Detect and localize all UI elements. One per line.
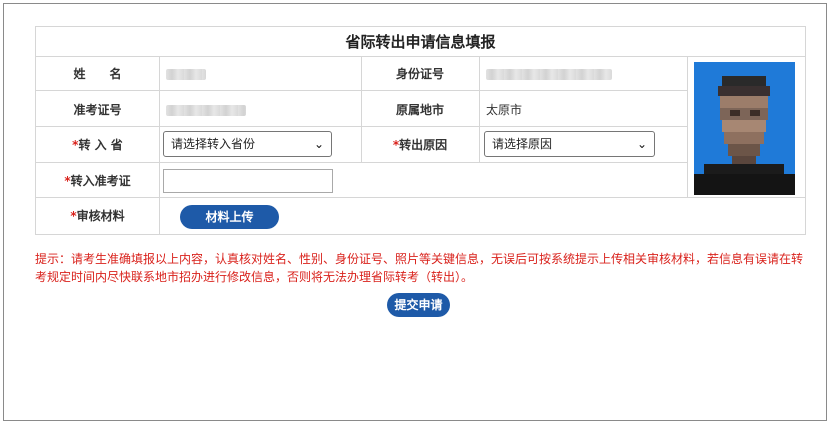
applicant-photo-image [694, 62, 795, 195]
row-divider [36, 162, 687, 163]
col-divider [479, 57, 480, 162]
page-frame: 省际转出申请信息填报 姓 名 身份证号 准考证号 原属地市 太原市 *转 入 省… [3, 3, 827, 421]
applicant-photo [694, 62, 795, 195]
notice-text: 提示：请考生准确填报以上内容，认真核对姓名、性别、身份证号、照片等关键信息，无误… [35, 252, 804, 284]
origin-city-label: 原属地市 [395, 103, 444, 117]
transfer-province-label: *转 入 省 [36, 138, 159, 152]
origin-city-value: 太原市 [486, 103, 523, 117]
transfer-reason-select[interactable]: 请选择原因 ⌄ [484, 131, 655, 157]
upload-materials-button[interactable]: 材料上传 [180, 205, 279, 229]
materials-label: *审核材料 [36, 209, 159, 223]
id-number-label: 身份证号 [395, 67, 444, 81]
new-exam-number-label: *转入准考证 [36, 174, 159, 188]
transfer-province-select-value: 请选择转入省份 [171, 137, 256, 151]
new-exam-number-input[interactable] [163, 169, 333, 193]
col-divider [687, 57, 688, 198]
transfer-form-table: 省际转出申请信息填报 姓 名 身份证号 准考证号 原属地市 太原市 *转 入 省… [35, 26, 806, 235]
transfer-reason-label: *转出原因 [361, 138, 479, 152]
chevron-down-icon: ⌄ [313, 137, 324, 151]
submit-button[interactable]: 提交申请 [387, 293, 450, 317]
materials-label-text: 审核材料 [76, 209, 125, 223]
transfer-province-select[interactable]: 请选择转入省份 ⌄ [163, 131, 332, 157]
name-value-redacted [166, 69, 206, 80]
exam-number-label: 准考证号 [73, 103, 122, 117]
transfer-reason-label-text: 转出原因 [399, 138, 448, 152]
new-exam-number-label-text: 转入准考证 [70, 174, 131, 188]
name-label: 姓 名 [73, 67, 122, 81]
form-title: 省际转出申请信息填报 [36, 27, 805, 57]
chevron-down-icon: ⌄ [636, 137, 647, 151]
exam-number-value-redacted [166, 105, 246, 116]
col-divider [159, 57, 160, 235]
transfer-reason-select-value: 请选择原因 [492, 137, 553, 151]
id-number-value-redacted [486, 69, 612, 80]
transfer-province-label-text: 转 入 省 [78, 138, 123, 152]
row-divider [36, 197, 805, 198]
